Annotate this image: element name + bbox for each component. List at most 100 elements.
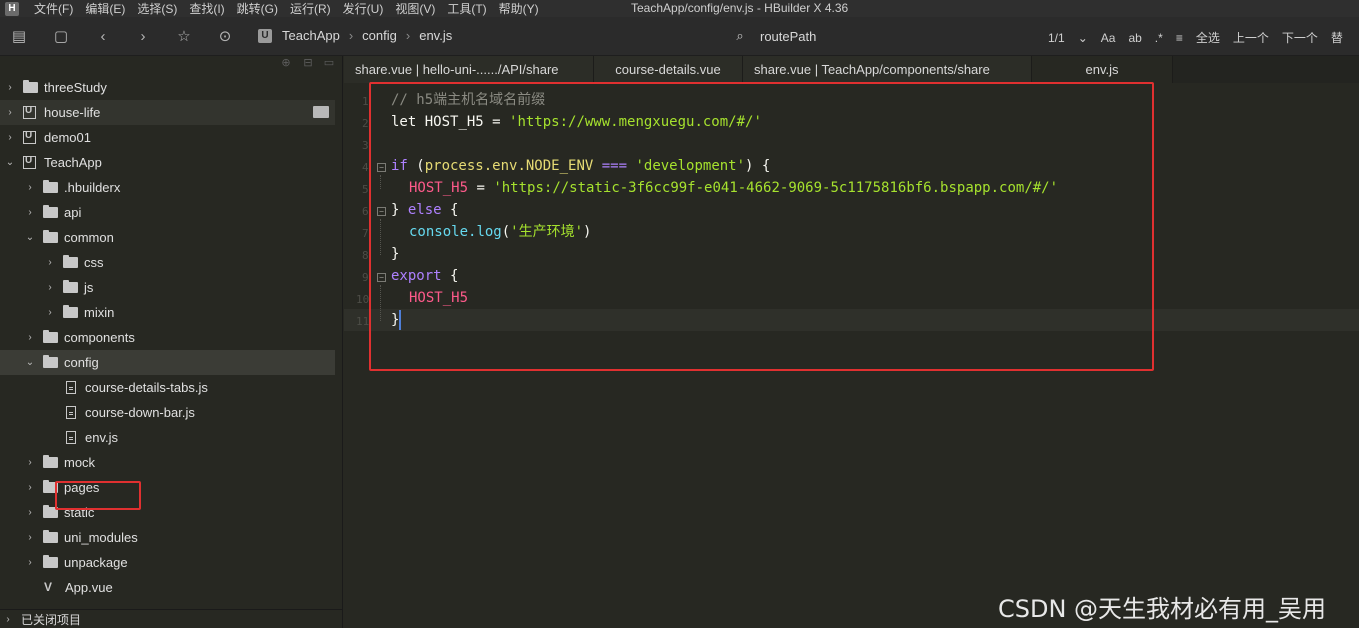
- breadcrumb-teachapp[interactable]: TeachApp: [282, 28, 340, 43]
- find-box[interactable]: ⌕ routePath: [732, 28, 816, 44]
- folder-icon: [63, 280, 78, 293]
- breadcrumb-config[interactable]: config: [362, 28, 397, 43]
- explorer-header: ⊕ ⊟ ▭: [0, 56, 342, 72]
- line-number: 6: [362, 205, 369, 218]
- code-editor[interactable]: 1 2 3 4 5 6 7 8 9 10 11 − − − // h5端主机名域…: [344, 82, 1359, 628]
- hbuilder-logo-icon: H: [5, 1, 19, 16]
- text-cursor: [399, 310, 401, 330]
- tree-item-static[interactable]: › static: [0, 500, 335, 525]
- uni-project-icon: [23, 155, 36, 169]
- tree-item-unpackage[interactable]: › unpackage: [0, 550, 335, 575]
- folder-icon: [43, 555, 58, 568]
- code-line-2: let HOST_H5 = 'https://www.mengxuegu.com…: [391, 111, 762, 133]
- chevron-right-icon: ›: [28, 507, 32, 518]
- menu-run[interactable]: 运行(R): [290, 0, 331, 17]
- menu-tools[interactable]: 工具(T): [447, 0, 486, 17]
- fold-icon[interactable]: −: [377, 273, 386, 282]
- tree-item-threestudy[interactable]: › threeStudy: [0, 75, 335, 100]
- chevron-down-icon: ⌄: [5, 157, 15, 168]
- star-icon[interactable]: ☆: [175, 28, 193, 46]
- menu-goto[interactable]: 跳转(G): [237, 0, 278, 17]
- tree-item-course-down-bar[interactable]: course-down-bar.js: [0, 400, 335, 425]
- closed-projects[interactable]: › 已关闭项目: [0, 609, 343, 628]
- tree-item-js[interactable]: › js: [0, 275, 335, 300]
- menu-select[interactable]: 选择(S): [137, 0, 177, 17]
- tree-item-hbuilderx[interactable]: › .hbuilderx: [0, 175, 335, 200]
- menu-publish[interactable]: 发行(U): [343, 0, 384, 17]
- line-number: 9: [362, 271, 369, 284]
- run-icon[interactable]: ⊙: [216, 28, 234, 46]
- menu-view[interactable]: 视图(V): [395, 0, 435, 17]
- back-arrow-icon[interactable]: ‹: [94, 28, 112, 46]
- menu-edit[interactable]: 编辑(E): [85, 0, 125, 17]
- js-file-icon: [66, 406, 76, 419]
- tree-label: threeStudy: [44, 80, 107, 95]
- tree-item-api[interactable]: › api: [0, 200, 335, 225]
- tree-item-components[interactable]: › components: [0, 325, 335, 350]
- fold-icon[interactable]: −: [377, 207, 386, 216]
- tree-label: pages: [64, 480, 100, 495]
- tab-course-details[interactable]: course-details.vue: [594, 56, 743, 83]
- collapse-all-icon[interactable]: ⊟: [302, 57, 314, 69]
- tree-item-uni-modules[interactable]: › uni_modules: [0, 525, 335, 550]
- locate-icon[interactable]: ⊕: [280, 57, 292, 69]
- tree-item-css[interactable]: › css: [0, 250, 335, 275]
- align-icon[interactable]: ≡: [1176, 31, 1183, 45]
- match-word-toggle[interactable]: ab: [1128, 31, 1141, 45]
- chevron-down-icon[interactable]: ⌄: [1078, 31, 1088, 45]
- menu-file[interactable]: 文件(F): [34, 0, 73, 17]
- fold-icon[interactable]: −: [377, 163, 386, 172]
- select-all-button[interactable]: 全选: [1196, 29, 1220, 46]
- window-title: TeachApp/config/env.js - HBuilder X 4.36: [631, 1, 849, 15]
- tree-item-pages[interactable]: › pages: [0, 475, 335, 500]
- folder-open-icon[interactable]: [313, 106, 329, 118]
- tree-label: demo01: [44, 130, 91, 145]
- tree-item-mock[interactable]: › mock: [0, 450, 335, 475]
- vue-file-icon: V: [44, 580, 53, 594]
- chevron-right-icon: ›: [28, 482, 32, 493]
- tree-item-common[interactable]: ⌄ common: [0, 225, 335, 250]
- watermark: CSDN @天生我材必有用_吴用: [998, 595, 1327, 623]
- replace-button[interactable]: 替: [1331, 29, 1343, 46]
- tree-item-demo01[interactable]: › demo01: [0, 125, 335, 150]
- minimize-icon[interactable]: ▭: [323, 57, 335, 69]
- tree-item-mixin[interactable]: › mixin: [0, 300, 335, 325]
- tree-item-house-life[interactable]: › house-life: [0, 100, 335, 125]
- regex-toggle[interactable]: .*: [1155, 31, 1163, 45]
- tab-share-hello-uni[interactable]: share.vue | hello-uni-....../API/share: [344, 56, 594, 83]
- find-prev-button[interactable]: 上一个: [1233, 29, 1269, 46]
- brace: }: [391, 246, 400, 262]
- menu-find[interactable]: 查找(I): [189, 0, 224, 17]
- tree-item-env-js[interactable]: env.js: [0, 425, 335, 450]
- match-case-toggle[interactable]: Aa: [1101, 31, 1116, 45]
- tab-label: share.vue | TeachApp/components/share: [754, 62, 990, 77]
- find-tools: 1/1 ⌄ Aa ab .* ≡ 全选 上一个 下一个 替: [1048, 29, 1356, 46]
- new-file-icon[interactable]: ▤: [10, 28, 28, 46]
- find-count: 1/1: [1048, 30, 1065, 45]
- chevron-down-icon: ⌄: [25, 357, 35, 368]
- breadcrumb-env[interactable]: env.js: [419, 28, 452, 43]
- uni-project-icon: [23, 130, 36, 144]
- tree-label: mixin: [84, 305, 115, 320]
- tab-share-teachapp[interactable]: share.vue | TeachApp/components/share: [743, 56, 1032, 83]
- tree-label: unpackage: [64, 555, 128, 570]
- menu-help[interactable]: 帮助(Y): [499, 0, 539, 17]
- brace: }: [391, 202, 408, 218]
- toolbar: ▤ ▢ ‹ › ☆ ⊙ U TeachApp › config › env.js…: [0, 17, 1359, 56]
- find-next-button[interactable]: 下一个: [1282, 29, 1318, 46]
- forward-arrow-icon[interactable]: ›: [134, 28, 152, 46]
- tab-env-js[interactable]: env.js: [1032, 56, 1173, 83]
- uni-project-icon: U: [258, 28, 272, 43]
- tree-item-config[interactable]: ⌄ config: [0, 350, 335, 375]
- tree-item-app-vue[interactable]: V App.vue: [0, 575, 335, 600]
- line-number: 4: [362, 161, 369, 174]
- paren: (: [407, 158, 425, 174]
- string-literal: 'development': [635, 158, 746, 174]
- tab-label: env.js: [1085, 62, 1119, 77]
- find-input[interactable]: routePath: [760, 29, 816, 44]
- brace: {: [441, 202, 459, 218]
- save-icon[interactable]: ▢: [52, 28, 70, 46]
- tab-label: course-details.vue: [615, 62, 721, 77]
- tree-item-teachapp[interactable]: ⌄ TeachApp: [0, 150, 335, 175]
- tree-item-course-details-tabs[interactable]: course-details-tabs.js: [0, 375, 335, 400]
